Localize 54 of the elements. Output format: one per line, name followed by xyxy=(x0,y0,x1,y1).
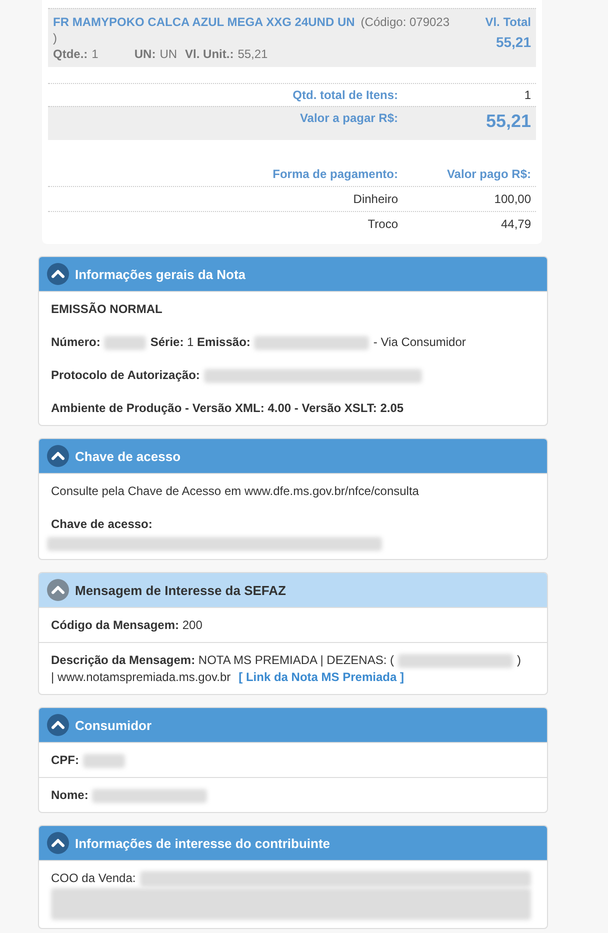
info-text: | www.notamspremiada.ms.gov.br xyxy=(51,669,231,686)
premiada-link[interactable]: [ Link da Nota MS Premiada ] xyxy=(238,669,404,686)
panel-title: Informações gerais da Nota xyxy=(75,266,246,282)
amount-paid-header: Valor pago R$: xyxy=(446,167,531,181)
info-text: Protocolo de Autorização: xyxy=(51,367,200,384)
panel-header[interactable]: Chave de acesso xyxy=(39,439,547,473)
quantity-label: Qtde.: xyxy=(53,47,88,61)
collapse-icon[interactable] xyxy=(47,263,69,285)
info-text: Série: 1 Emissão: xyxy=(150,334,250,351)
panel-title: Informações de interesse do contribuinte xyxy=(75,836,330,850)
payment-method: Troco xyxy=(366,217,398,231)
unit-label: UN: xyxy=(134,47,156,61)
info-text: Número: xyxy=(51,334,100,351)
quantity-value: 1 xyxy=(92,47,98,61)
panel-header[interactable]: Informações gerais da Nota xyxy=(39,257,547,291)
total-row-label: Qtd. total de Itens: xyxy=(292,88,398,102)
info-text: ) xyxy=(517,652,521,669)
collapse-icon[interactable] xyxy=(47,832,69,854)
info-text: Código da Mensagem: 200 xyxy=(51,617,202,634)
info-text: EMISSÃO NORMAL xyxy=(51,301,162,318)
total-row-value: 1 xyxy=(523,88,531,102)
total-row-label: Valor a pagar R$: xyxy=(298,111,398,127)
total-label: Vl. Total xyxy=(485,14,531,30)
unit-value: UN xyxy=(160,47,178,61)
panel-header[interactable]: Mensagem de Interesse da SEFAZ xyxy=(39,573,547,607)
unit-price-value: 55,21 xyxy=(238,47,268,61)
redaction-blur xyxy=(83,754,125,768)
product-code: ) xyxy=(53,30,57,46)
unit-price-label: Vl. Unit.: xyxy=(185,47,234,61)
panel-header[interactable]: Informações de interesse do contribuinte xyxy=(39,826,547,860)
panel-title: Chave de acesso xyxy=(75,448,181,464)
total-row-value: 55,21 xyxy=(484,111,531,132)
info-text: Ambiente de Produção - Versão XML: 4.00 - Versão XSLT: 2.05 xyxy=(51,400,404,417)
payment-amount: 100,00 xyxy=(493,192,531,206)
payment-method-header: Forma de pagamento: xyxy=(272,167,398,181)
collapse-icon[interactable] xyxy=(47,445,69,467)
info-text: - Via Consumidor xyxy=(373,334,466,351)
product-name: FR MAMYPOKO CALCA AZUL MEGA XXG 24UND UN xyxy=(53,14,355,30)
product-code: (Código: 079023 xyxy=(360,14,450,30)
info-text: Nome: xyxy=(51,787,88,804)
info-text: COO da Venda: xyxy=(51,870,136,887)
panel-header[interactable]: Consumidor xyxy=(39,708,547,742)
collapse-icon[interactable] xyxy=(47,579,69,601)
collapse-icon[interactable] xyxy=(47,714,69,736)
info-text: Chave de acesso: xyxy=(51,516,152,533)
total-value: 55,21 xyxy=(496,34,531,50)
payment-amount: 44,79 xyxy=(500,217,531,231)
redaction-blur xyxy=(104,336,146,350)
payment-method: Dinheiro xyxy=(352,192,398,206)
panel-title: Mensagem de Interesse da SEFAZ xyxy=(75,582,286,598)
panel-title: Consumidor xyxy=(75,718,152,732)
info-text: Descrição da Mensagem: NOTA MS PREMIADA | DEZENAS: ( xyxy=(51,652,394,669)
info-text: CPF: xyxy=(51,752,79,769)
info-text: Consulte pela Chave de Acesso em www.dfe.ms.gov.br/nfce/consulta xyxy=(51,483,419,500)
